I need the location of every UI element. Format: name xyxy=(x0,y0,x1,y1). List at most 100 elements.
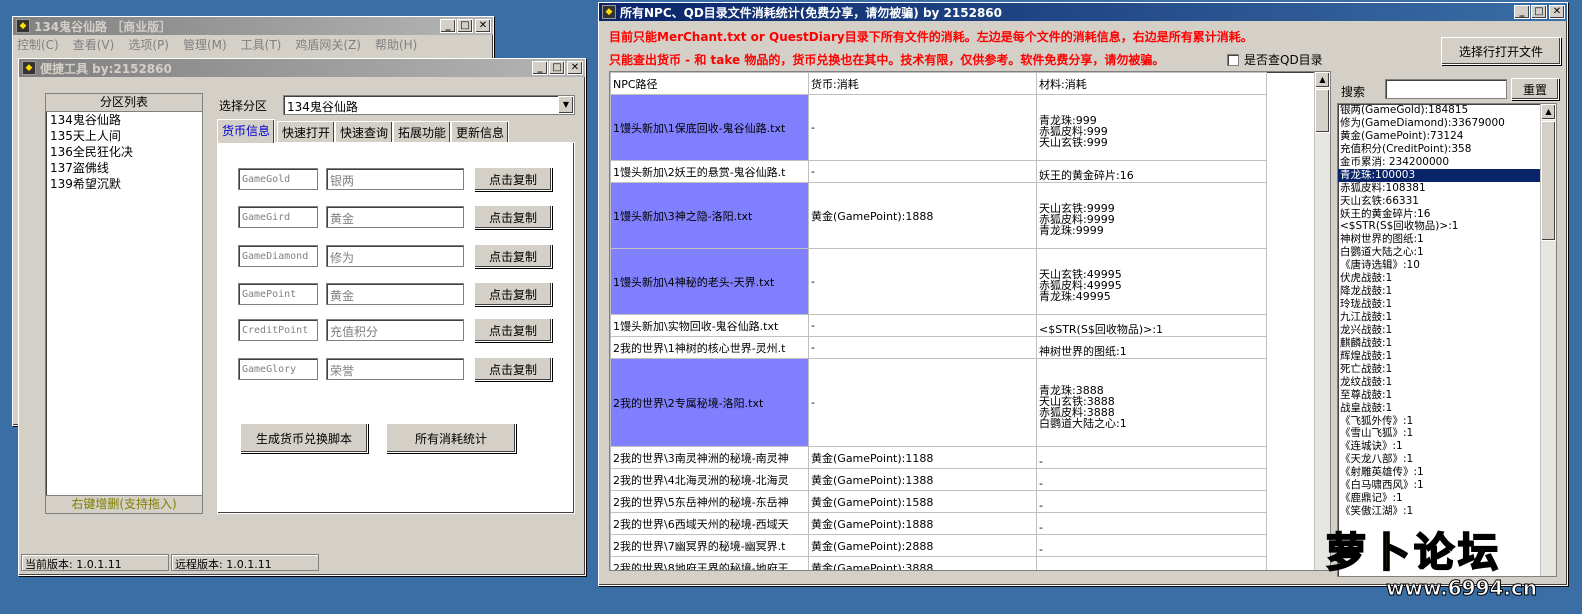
table-scrollbar[interactable]: ▲ xyxy=(1314,72,1330,570)
cell-materials[interactable]: - xyxy=(1036,468,1267,491)
list-item[interactable]: 白鹦道大陆之心:1 xyxy=(1338,246,1556,259)
partition-list[interactable]: 分区列表 134鬼谷仙路 135天上人间 136全民狂化决 137盗佛线 139… xyxy=(45,93,203,514)
list-item[interactable]: 《鹿鼎记》:1 xyxy=(1338,492,1556,505)
list-item[interactable]: 玲珑战鼓:1 xyxy=(1338,298,1556,311)
list-item[interactable]: 青龙珠:100003 xyxy=(1338,168,1556,182)
list-item[interactable]: 黄金(GamePoint):73124 xyxy=(1338,130,1556,143)
table-row[interactable]: 2我的世界\3南灵神洲的秘境-南灵神 黄金(GamePoint):1188- xyxy=(610,446,1267,469)
cell-materials[interactable]: 青龙珠:999 赤狐皮料:999 天山玄铁:999 xyxy=(1036,94,1267,161)
cell-materials[interactable]: - xyxy=(1036,512,1267,535)
list-item[interactable]: 《飞狐外传》:1 xyxy=(1338,415,1556,428)
close-icon[interactable]: ✕ xyxy=(1549,5,1565,19)
cell-currency[interactable]: 黄金(GamePoint):1388 xyxy=(808,468,1037,491)
copy-button[interactable]: 点击复制 xyxy=(474,167,552,191)
table-row[interactable]: 2我的世界\8地府王界的秘境-地府王黄金(GamePoint):3888- xyxy=(610,556,1267,570)
currency-code-field[interactable]: CreditPoint xyxy=(238,319,318,341)
minimize-icon[interactable]: _ xyxy=(1514,5,1530,19)
cell-path[interactable]: 2我的世界\7幽冥界的秘境-幽冥界.t xyxy=(610,534,809,557)
cell-currency[interactable]: - xyxy=(808,358,1037,447)
cell-currency[interactable]: 黄金(GamePoint):1188 xyxy=(808,446,1037,469)
scroll-up-icon[interactable]: ▲ xyxy=(1315,72,1330,88)
cell-currency[interactable]: - xyxy=(808,160,1037,183)
list-item[interactable]: 赤狐皮料:108381 xyxy=(1338,182,1556,195)
list-item[interactable]: 《唐诗选辑》:10 xyxy=(1338,259,1556,272)
list-item[interactable]: 《白马啸西风》:1 xyxy=(1338,479,1556,492)
list-item[interactable]: 辉煌战鼓:1 xyxy=(1338,350,1556,363)
menu-help[interactable]: 帮助(H) xyxy=(375,36,417,53)
generate-script-button[interactable]: 生成货币兑换脚本 xyxy=(240,423,368,453)
scroll-thumb[interactable] xyxy=(1541,121,1556,241)
cell-materials[interactable]: 神树世界的图纸:1 xyxy=(1036,336,1267,359)
column-header-materials[interactable]: 材料:消耗 xyxy=(1036,72,1267,95)
minimize-icon[interactable]: _ xyxy=(440,19,456,33)
partition-select[interactable]: 134鬼谷仙路 ▼ xyxy=(283,95,575,115)
cell-path[interactable]: 1馒头新加\4神秘的老头-天界.txt xyxy=(610,248,809,315)
cell-materials[interactable]: 青龙珠:3888 天山玄铁:3888 赤狐皮料:3888 白鹦道大陆之心:1 xyxy=(1036,358,1267,447)
cell-currency[interactable]: 黄金(GamePoint):3888 xyxy=(808,556,1037,570)
table-row[interactable]: 1馒头新加\实物回收-鬼谷仙路.txt - <$STR(S$回收物品)>:1 xyxy=(610,314,1267,337)
maximize-icon[interactable]: □ xyxy=(457,19,473,33)
cell-path[interactable]: 2我的世界\4北海灵洲的秘境-北海灵 xyxy=(610,468,809,491)
cell-materials[interactable]: - xyxy=(1036,490,1267,513)
cell-currency[interactable]: - xyxy=(808,94,1037,161)
currency-name-field[interactable]: 银两 xyxy=(326,168,464,190)
copy-button[interactable]: 点击复制 xyxy=(474,357,552,381)
list-item[interactable]: 充值积分(CreditPoint):358 xyxy=(1338,143,1556,156)
list-item[interactable]: 《天龙八部》:1 xyxy=(1338,453,1556,466)
currency-code-field[interactable]: GameGold xyxy=(238,168,318,190)
list-item[interactable]: 伏虎战鼓:1 xyxy=(1338,272,1556,285)
currency-name-field[interactable]: 修为 xyxy=(326,245,464,267)
list-item[interactable]: 135天上人间 xyxy=(46,128,202,144)
search-input[interactable] xyxy=(1385,79,1507,99)
table-row[interactable]: 1馒头新加\4神秘的老头-天界.txt - 天山玄铁:49995 赤狐皮料:49995… xyxy=(610,248,1267,315)
menu-options[interactable]: 选项(P) xyxy=(128,36,169,53)
list-item[interactable]: 麒麟战鼓:1 xyxy=(1338,337,1556,350)
cell-currency[interactable]: - xyxy=(808,336,1037,359)
menu-manage[interactable]: 管理(M) xyxy=(183,36,227,53)
cell-currency[interactable]: 黄金(GamePoint):1888 xyxy=(808,512,1037,535)
cell-materials[interactable]: 天山玄铁:9999 赤狐皮料:9999 青龙珠:9999 xyxy=(1036,182,1267,249)
main-window-titlebar[interactable]: ◆ 134鬼谷仙路 ［商业版］ _ □ ✕ xyxy=(13,17,493,35)
currency-name-field[interactable]: 荣誉 xyxy=(326,358,464,380)
list-item[interactable]: 九江战鼓:1 xyxy=(1338,311,1556,324)
table-row[interactable]: 2我的世界\1神树的核心世界-灵州.t - 神树世界的图纸:1 xyxy=(610,336,1267,359)
minimize-icon[interactable]: _ xyxy=(532,61,548,75)
table-row[interactable]: 2我的世界\2专属秘境-洛阳.txt - 青龙珠:3888 天山玄铁:3888 赤狐皮料… xyxy=(610,358,1267,447)
reset-button[interactable]: 重置 xyxy=(1511,78,1559,100)
totals-list[interactable]: 银两(GameGold):184815 修为(GameDiamond):33679… xyxy=(1337,103,1557,577)
copy-button[interactable]: 点击复制 xyxy=(474,205,552,229)
currency-name-field[interactable]: 充值积分 xyxy=(326,319,464,341)
list-item[interactable]: 《射雕英雄传》:1 xyxy=(1338,466,1556,479)
table-row[interactable]: 1馒头新加\3神之隐-洛阳.txt 黄金(GamePoint):1888 天山玄铁:… xyxy=(610,182,1267,249)
cell-path[interactable]: 2我的世界\6西域天州的秘境-西域天 xyxy=(610,512,809,535)
cell-path[interactable]: 2我的世界\1神树的核心世界-灵州.t xyxy=(610,336,809,359)
table-row[interactable]: 2我的世界\6西域天州的秘境-西域天 黄金(GamePoint):1888- xyxy=(610,512,1267,535)
cell-materials[interactable]: 天山玄铁:49995 赤狐皮料:49995 青龙珠:49995 xyxy=(1036,248,1267,315)
currency-name-field[interactable]: 黄金 xyxy=(326,283,464,305)
qd-checkbox[interactable]: 是否查QD目录 xyxy=(1227,51,1323,68)
list-item[interactable]: 至尊战鼓:1 xyxy=(1338,389,1556,402)
cell-currency[interactable]: 黄金(GamePoint):1588 xyxy=(808,490,1037,513)
scroll-up-icon[interactable]: ▲ xyxy=(1541,104,1556,120)
list-item[interactable]: 139希望沉默 xyxy=(46,176,202,192)
menu-gateway[interactable]: 鸡盾网关(Z) xyxy=(295,36,361,53)
cell-path[interactable]: 2我的世界\8地府王界的秘境-地府王 xyxy=(610,556,809,570)
list-item[interactable]: 修为(GameDiamond):33679000 xyxy=(1338,117,1556,130)
cell-currency[interactable]: 黄金(GamePoint):2888 xyxy=(808,534,1037,557)
list-item[interactable]: 妖王的黄金碎片:16 xyxy=(1338,208,1556,221)
table-row[interactable]: 2我的世界\7幽冥界的秘境-幽冥界.t 黄金(GamePoint):2888- xyxy=(610,534,1267,557)
table-row[interactable]: 1馒头新加\2妖王的悬赏-鬼谷仙路.t - 妖王的黄金碎片:16 xyxy=(610,160,1267,183)
list-item[interactable]: 金币累消: 234200000 xyxy=(1338,156,1556,169)
chevron-down-icon[interactable]: ▼ xyxy=(558,96,574,114)
list-item[interactable]: 《连城诀》:1 xyxy=(1338,440,1556,453)
open-file-button[interactable]: 选择行打开文件 xyxy=(1441,37,1561,65)
table-row[interactable]: 2我的世界\4北海灵洲的秘境-北海灵 黄金(GamePoint):1388- xyxy=(610,468,1267,491)
copy-button[interactable]: 点击复制 xyxy=(474,244,552,268)
currency-code-field[interactable]: GameGlory xyxy=(238,358,318,380)
list-item[interactable]: 降龙战鼓:1 xyxy=(1338,285,1556,298)
scroll-thumb[interactable] xyxy=(1315,89,1330,133)
tab-extensions[interactable]: 拓展功能 xyxy=(393,121,452,142)
list-item[interactable]: 龙纹战鼓:1 xyxy=(1338,376,1556,389)
list-item[interactable]: 天山玄铁:66331 xyxy=(1338,195,1556,208)
list-item[interactable]: <$STR(S$回收物品)>:1 xyxy=(1338,220,1556,233)
